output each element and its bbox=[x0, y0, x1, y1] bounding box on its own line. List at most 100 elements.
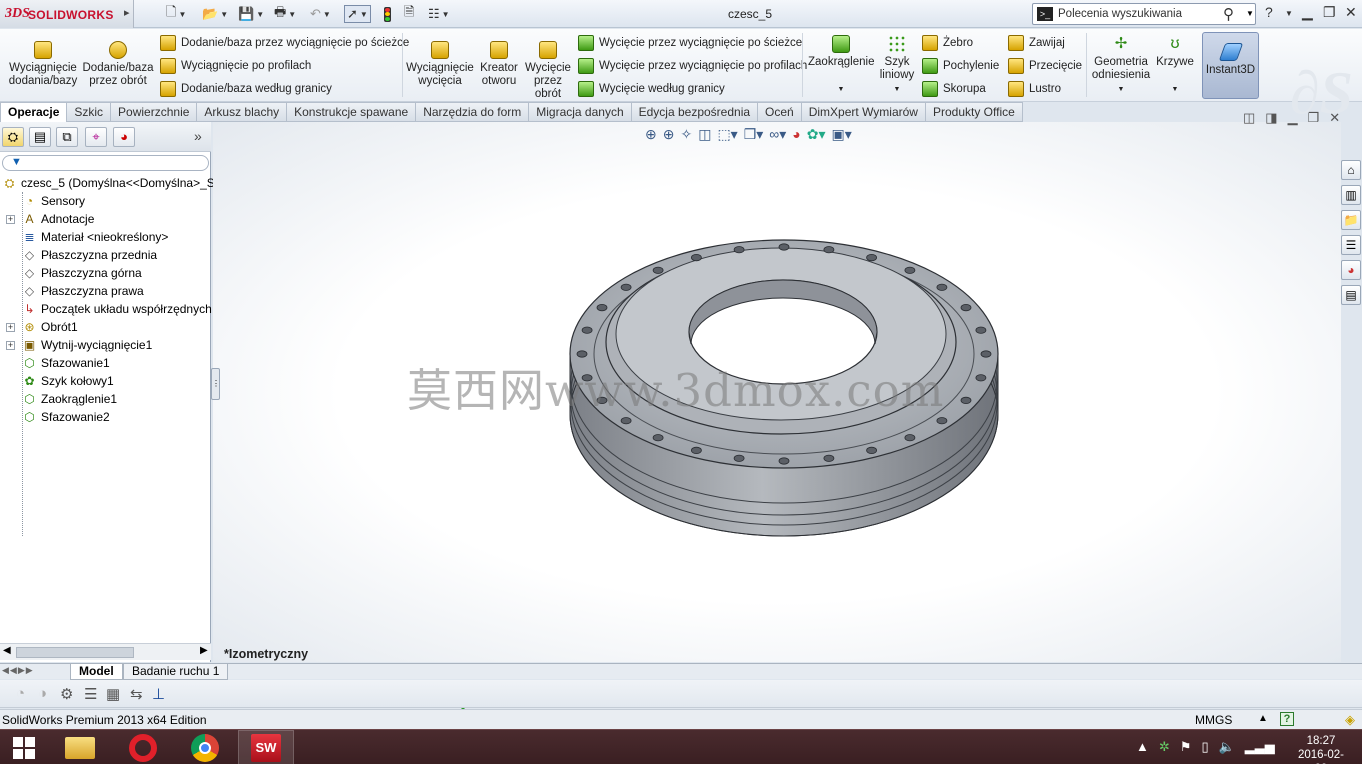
minimize-button[interactable]: ▁ bbox=[1302, 4, 1313, 21]
stop-icon[interactable]: ◑ bbox=[38, 685, 47, 702]
taskbar-file-explorer[interactable] bbox=[52, 730, 108, 764]
search-input[interactable]: Polecenia wyszukiwania bbox=[1058, 8, 1182, 20]
tab-2[interactable]: Powierzchnie bbox=[111, 102, 198, 122]
battery-icon[interactable]: ▯ bbox=[1201, 739, 1208, 755]
rebuild-button[interactable] bbox=[384, 5, 391, 23]
tree-root[interactable]: ⛭ czesc_5 (Domyślna<<Domyślna>_S bbox=[0, 174, 215, 192]
tab-9[interactable]: DimXpert Wymiarów bbox=[801, 102, 926, 122]
calculate-icon[interactable]: ⚙ bbox=[60, 685, 73, 703]
tab-6[interactable]: Migracja danych bbox=[529, 102, 632, 122]
hole-wizard-button[interactable]: Kreator otworu bbox=[476, 41, 522, 88]
tray-expand-icon[interactable]: ▲ bbox=[1136, 739, 1149, 755]
quick-tips-icon[interactable]: ? bbox=[1280, 712, 1294, 726]
expand-node-icon[interactable]: + bbox=[6, 214, 15, 224]
apply-scene-icon[interactable]: ✿▾ bbox=[807, 126, 826, 143]
tag-icon[interactable]: ◈ bbox=[1345, 712, 1355, 728]
play-icon[interactable]: ◔ bbox=[16, 685, 25, 702]
boundary-boss-button[interactable]: Dodanie/baza według granicy bbox=[160, 81, 332, 97]
zoom-to-fit-icon[interactable]: ⊕ bbox=[645, 126, 657, 143]
search-commands[interactable]: >_ Polecenia wyszukiwania ⚲ ▼ bbox=[1032, 3, 1256, 25]
boundary-cut-button[interactable]: Wycięcie według granicy bbox=[578, 81, 725, 97]
signal-icon[interactable]: ▂▃▅ bbox=[1245, 739, 1275, 755]
previous-view-icon[interactable]: ✧ bbox=[680, 126, 692, 143]
expand-node-icon[interactable]: + bbox=[6, 340, 15, 350]
lofted-boss-button[interactable]: Wyciągnięcie po profilach bbox=[160, 58, 311, 74]
tab-8[interactable]: Oceń bbox=[758, 102, 802, 122]
print-button[interactable]: 🖶 ▼ bbox=[274, 4, 296, 23]
tree-node[interactable]: ⬡ Sfazowanie2 bbox=[0, 408, 211, 426]
tab-5[interactable]: Narzędzia do form bbox=[416, 102, 530, 122]
panel-collapse-handle[interactable]: ⋮ bbox=[211, 368, 220, 400]
tab-0[interactable]: Operacje bbox=[0, 102, 68, 122]
taskbar-chrome[interactable] bbox=[177, 730, 233, 764]
configuration-manager-tab-icon[interactable]: ⧉ bbox=[56, 127, 78, 147]
tab-10[interactable]: Produkty Office bbox=[925, 102, 1023, 122]
menu-expand-icon[interactable]: ▸ bbox=[124, 6, 130, 19]
tab-motion-study[interactable]: Badanie ruchu 1 bbox=[123, 664, 229, 680]
intersect-button[interactable]: Przecięcie bbox=[1008, 58, 1082, 74]
tree-node[interactable]: ≣ Materiał <nieokreślony> bbox=[0, 228, 211, 246]
section-view-icon[interactable]: ◫ bbox=[698, 126, 711, 143]
options-button[interactable]: ☷ ▼ bbox=[428, 5, 450, 23]
tree-node[interactable]: ◇ Płaszczyzna prawa bbox=[0, 282, 211, 300]
revolve-cut-button[interactable]: Wycięcie przez obrót bbox=[524, 41, 572, 101]
chevron-down-icon[interactable]: ▼ bbox=[442, 10, 450, 19]
rib-button[interactable]: Żebro bbox=[922, 35, 973, 51]
viewport-restore-icon[interactable]: ❐ bbox=[1308, 110, 1320, 126]
mirror-button[interactable]: Lustro bbox=[1008, 81, 1061, 97]
help-icon[interactable]: ? bbox=[1265, 4, 1273, 20]
select-button[interactable]: ➚ ▼ bbox=[344, 5, 371, 23]
axis-icon[interactable]: ⊥ bbox=[152, 685, 165, 703]
tab-model[interactable]: Model bbox=[70, 664, 123, 680]
open-file-button[interactable]: 📂 ▼ bbox=[202, 5, 228, 23]
help-dropdown-icon[interactable]: ▼ bbox=[1285, 9, 1293, 18]
reference-geometry-button[interactable]: ✢ Geometria odniesienia ▼ bbox=[1090, 35, 1152, 96]
curves-button[interactable]: ʊ Krzywe ▼ bbox=[1154, 35, 1196, 96]
dimxpert-manager-tab-icon[interactable]: ⌖ bbox=[85, 127, 107, 147]
tile-vertical-icon[interactable]: ◨ bbox=[1265, 110, 1277, 126]
edit-appearance-icon[interactable]: ◕ bbox=[792, 126, 800, 143]
wrap-button[interactable]: Zawijaj bbox=[1008, 35, 1065, 51]
save-button[interactable]: 💾 ▼ bbox=[238, 5, 264, 23]
draft-button[interactable]: Pochylenie bbox=[922, 58, 999, 74]
new-file-button[interactable]: 🗋 ▼ bbox=[166, 4, 186, 23]
system-clock[interactable]: 18:27 2016-02-09 bbox=[1296, 734, 1346, 764]
instant3d-button[interactable]: Instant3D bbox=[1202, 32, 1259, 99]
revolve-boss-button[interactable]: Dodanie/baza przez obrót bbox=[82, 41, 154, 88]
grid-icon[interactable]: ▦ bbox=[106, 685, 120, 703]
chevron-down-icon[interactable]: ▼ bbox=[1246, 9, 1254, 18]
tile-horizontal-icon[interactable]: ◫ bbox=[1243, 110, 1255, 126]
undo-button[interactable]: ↶ ▼ bbox=[310, 5, 331, 23]
close-button[interactable]: ✕ bbox=[1345, 4, 1357, 21]
list-icon[interactable]: ☰ bbox=[84, 685, 97, 703]
solidworks-menu-button[interactable]: 3DS SOLIDWORKS ▸ bbox=[0, 0, 134, 28]
restore-button[interactable]: ❐ bbox=[1323, 4, 1336, 21]
property-manager-tab-icon[interactable]: ▤ bbox=[29, 127, 51, 147]
tab-1[interactable]: Szkic bbox=[67, 102, 112, 122]
custom-properties-icon[interactable]: ▤ bbox=[1341, 285, 1361, 305]
chevron-down-icon[interactable]: ▼ bbox=[178, 10, 186, 19]
display-style-icon[interactable]: ❒▾ bbox=[744, 126, 764, 143]
chevron-up-icon[interactable]: ▲ bbox=[1258, 713, 1268, 724]
network-sync-icon[interactable]: ✲ bbox=[1159, 739, 1170, 755]
tree-node[interactable]: + ▣ Wytnij-wyciągnięcie1 bbox=[0, 336, 211, 354]
feature-manager-tab-icon[interactable]: ⛭ bbox=[2, 127, 24, 147]
tree-node[interactable]: ◇ Płaszczyzna przednia bbox=[0, 246, 211, 264]
fillet-button[interactable]: Zaokrąglenie ▼ bbox=[808, 35, 874, 96]
tab-scroll-arrows-icon[interactable]: ◀◀▶▶ bbox=[2, 665, 34, 676]
swept-boss-button[interactable]: Dodanie/baza przez wyciągnięcie po ścież… bbox=[160, 35, 409, 51]
tree-node[interactable]: ⬡ Zaokrąglenie1 bbox=[0, 390, 211, 408]
swept-cut-button[interactable]: Wycięcie przez wyciągnięcie po ścieżce bbox=[578, 35, 802, 51]
chevron-down-icon[interactable]: ▼ bbox=[1090, 83, 1152, 96]
chevron-down-icon[interactable]: ▼ bbox=[808, 83, 874, 96]
chevron-down-icon[interactable]: ▼ bbox=[1154, 83, 1196, 96]
tree-horizontal-scrollbar[interactable]: ◀ ▶ bbox=[0, 643, 211, 660]
view-settings-icon[interactable]: ▣▾ bbox=[832, 126, 852, 143]
view-orientation-icon[interactable]: ⬚▾ bbox=[717, 126, 737, 143]
chevron-down-icon[interactable]: ▼ bbox=[323, 10, 331, 19]
zoom-to-area-icon[interactable]: ⊕ bbox=[663, 126, 675, 143]
design-library-icon[interactable]: ▥ bbox=[1341, 185, 1361, 205]
solidworks-resources-icon[interactable]: ⌂ bbox=[1341, 160, 1361, 180]
tree-node[interactable]: ◇ Płaszczyzna górna bbox=[0, 264, 211, 282]
chevron-down-icon[interactable]: ▼ bbox=[220, 10, 228, 19]
